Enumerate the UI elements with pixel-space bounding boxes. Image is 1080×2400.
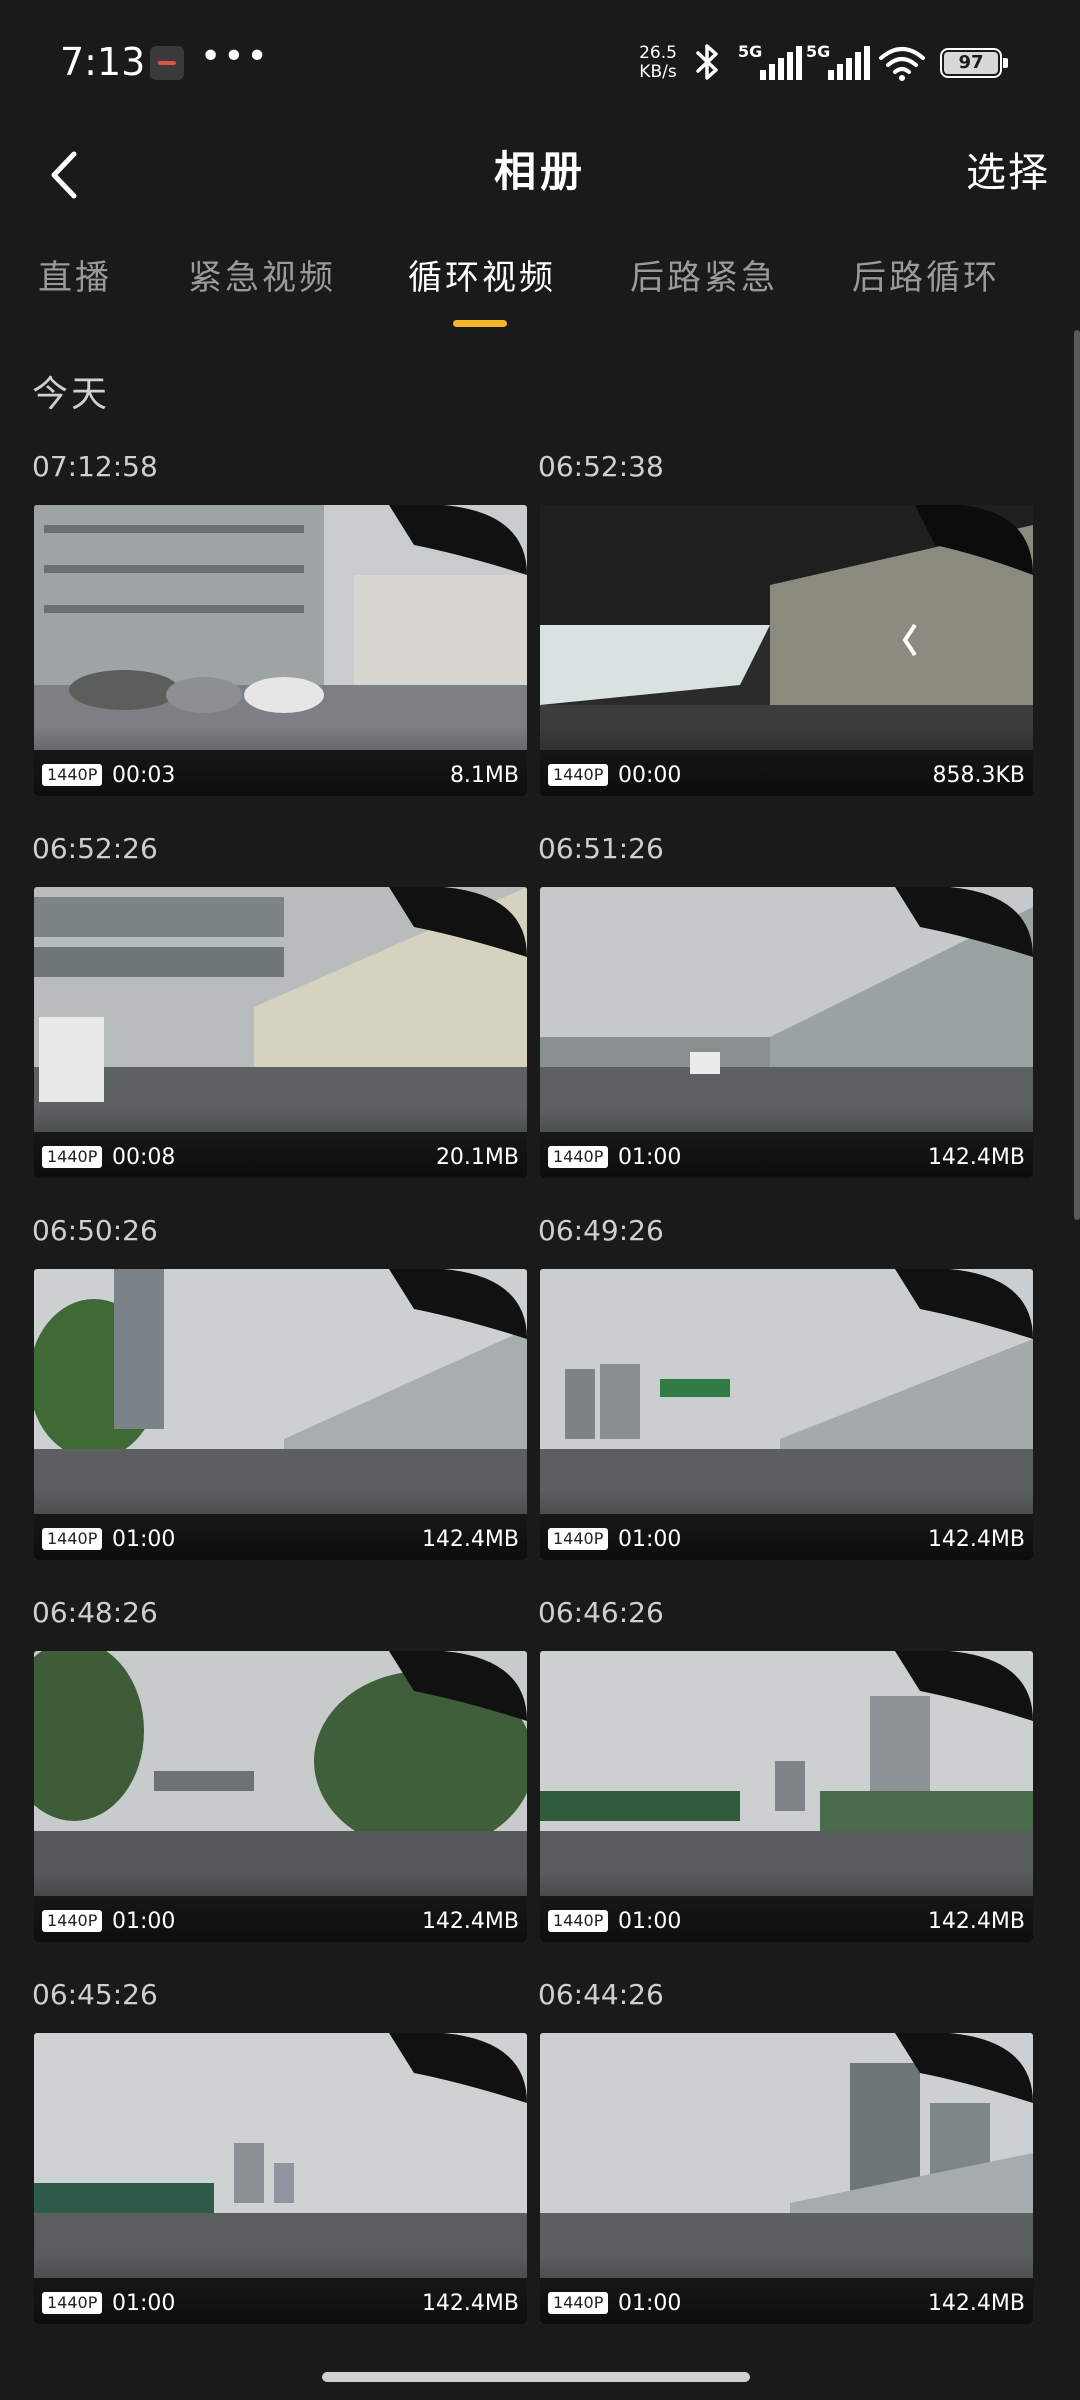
tab-loop-video[interactable]: 循环视频 bbox=[408, 250, 556, 299]
scrollbar[interactable] bbox=[1074, 330, 1080, 1220]
resolution-badge: 1440P bbox=[42, 2292, 103, 2314]
video-size: 142.4MB bbox=[927, 1145, 1025, 1170]
video-timestamp: 06:52:38 bbox=[538, 450, 664, 483]
video-item: 06:52:26 1440P 00:08 20.1MB bbox=[32, 832, 527, 1214]
resolution-badge: 1440P bbox=[548, 2292, 609, 2314]
battery-icon: 97 bbox=[940, 48, 1008, 78]
select-button[interactable]: 选择 bbox=[966, 140, 1050, 198]
video-thumbnail[interactable]: 1440P 01:00 142.4MB bbox=[540, 1651, 1033, 1942]
signal-icon: 5G bbox=[738, 42, 808, 82]
video-duration: 01:00 bbox=[618, 2291, 682, 2316]
tab-rear-emergency[interactable]: 后路紧急 bbox=[630, 250, 778, 299]
video-timestamp: 06:45:26 bbox=[32, 1978, 158, 2011]
video-thumbnail[interactable]: 1440P 01:00 142.4MB bbox=[34, 1651, 527, 1942]
video-timestamp: 06:44:26 bbox=[538, 1978, 664, 2011]
video-timestamp: 06:48:26 bbox=[32, 1596, 158, 1629]
resolution-badge: 1440P bbox=[42, 1528, 103, 1550]
resolution-badge: 1440P bbox=[42, 1910, 103, 1932]
status-time: 7:13 bbox=[60, 40, 146, 84]
video-duration: 01:00 bbox=[112, 1527, 176, 1552]
video-size: 142.4MB bbox=[927, 2291, 1025, 2316]
video-duration: 01:00 bbox=[618, 1145, 682, 1170]
tab-live[interactable]: 直播 bbox=[38, 250, 112, 299]
network-speed: 26.5 KB/s bbox=[634, 44, 682, 82]
video-thumbnail[interactable]: 1440P 01:00 142.4MB bbox=[540, 1269, 1033, 1560]
video-item: 06:52:38 1440P 00:00 858.3KB bbox=[538, 450, 1033, 832]
battery-level: 97 bbox=[944, 52, 998, 74]
bluetooth-icon bbox=[696, 44, 718, 80]
video-timestamp: 07:12:58 bbox=[32, 450, 158, 483]
video-duration: 00:00 bbox=[618, 763, 682, 788]
video-item: 06:45:26 1440P 01:00 142.4MB bbox=[32, 1978, 527, 2360]
video-duration: 01:00 bbox=[112, 2291, 176, 2316]
video-thumbnail[interactable]: 1440P 01:00 142.4MB bbox=[34, 1269, 527, 1560]
video-item: 06:50:26 1440P 01:00 142.4MB bbox=[32, 1214, 527, 1596]
home-indicator[interactable] bbox=[322, 2372, 750, 2382]
wifi-icon bbox=[879, 47, 925, 81]
video-duration: 01:00 bbox=[112, 1909, 176, 1934]
app-header: 相册 选择 bbox=[0, 130, 1080, 230]
video-size: 142.4MB bbox=[927, 1909, 1025, 1934]
video-size: 20.1MB bbox=[435, 1145, 519, 1170]
video-item: 06:46:26 1440P 01:00 142.4MB bbox=[538, 1596, 1033, 1978]
network-speed-value: 26.5 bbox=[639, 43, 677, 63]
resolution-badge: 1440P bbox=[548, 1146, 609, 1168]
video-timestamp: 06:49:26 bbox=[538, 1214, 664, 1247]
video-thumbnail[interactable]: 1440P 01:00 142.4MB bbox=[540, 887, 1033, 1178]
more-notifications-icon: ••• bbox=[200, 36, 270, 77]
video-item: 06:48:26 1440P 01:00 142.4MB bbox=[32, 1596, 527, 1978]
video-thumbnail[interactable]: 1440P 01:00 142.4MB bbox=[540, 2033, 1033, 2324]
video-thumbnail[interactable]: 1440P 00:08 20.1MB bbox=[34, 887, 527, 1178]
video-size: 8.1MB bbox=[449, 763, 519, 788]
video-size: 142.4MB bbox=[927, 1527, 1025, 1552]
video-thumbnail[interactable]: 1440P 00:00 858.3KB bbox=[540, 505, 1033, 796]
video-duration: 01:00 bbox=[618, 1909, 682, 1934]
video-thumbnail[interactable]: 1440P 01:00 142.4MB bbox=[34, 2033, 527, 2324]
page-title: 相册 bbox=[493, 147, 586, 196]
video-size: 142.4MB bbox=[421, 1909, 519, 1934]
video-duration: 01:00 bbox=[618, 1527, 682, 1552]
category-tabs: 直播 紧急视频 循环视频 后路紧急 后路循环 bbox=[0, 250, 1080, 340]
network-type: 5G bbox=[806, 42, 831, 61]
tab-rear-loop[interactable]: 后路循环 bbox=[852, 250, 1000, 299]
video-timestamp: 06:52:26 bbox=[32, 832, 158, 865]
video-timestamp: 06:51:26 bbox=[538, 832, 664, 865]
video-timestamp: 06:46:26 bbox=[538, 1596, 664, 1629]
video-duration: 00:08 bbox=[112, 1145, 176, 1170]
video-item: 07:12:58 1440P 00:03 8.1MB bbox=[32, 450, 527, 832]
video-item: 06:44:26 1440P 01:00 142.4MB bbox=[538, 1978, 1033, 2360]
active-tab-indicator bbox=[453, 320, 507, 327]
status-bar: 7:13 ••• 26.5 KB/s 5G 5G 97 bbox=[0, 0, 1080, 130]
resolution-badge: 1440P bbox=[42, 1146, 103, 1168]
resolution-badge: 1440P bbox=[548, 764, 609, 786]
video-item: 06:51:26 1440P 01:00 142.4MB bbox=[538, 832, 1033, 1214]
video-size: 142.4MB bbox=[421, 1527, 519, 1552]
video-timestamp: 06:50:26 bbox=[32, 1214, 158, 1247]
app-notification-icon bbox=[150, 46, 184, 80]
video-thumbnail[interactable]: 1440P 00:03 8.1MB bbox=[34, 505, 527, 796]
tab-emergency-video[interactable]: 紧急视频 bbox=[188, 250, 336, 299]
signal-icon: 5G bbox=[806, 42, 876, 82]
video-item: 06:49:26 1440P 01:00 142.4MB bbox=[538, 1214, 1033, 1596]
video-duration: 00:03 bbox=[112, 763, 176, 788]
resolution-badge: 1440P bbox=[42, 764, 103, 786]
video-size: 858.3KB bbox=[932, 763, 1025, 788]
section-date-title: 今天 bbox=[32, 374, 111, 415]
network-type: 5G bbox=[738, 42, 763, 61]
video-size: 142.4MB bbox=[421, 2291, 519, 2316]
resolution-badge: 1440P bbox=[548, 1910, 609, 1932]
network-speed-unit: KB/s bbox=[639, 62, 677, 82]
resolution-badge: 1440P bbox=[548, 1528, 609, 1550]
